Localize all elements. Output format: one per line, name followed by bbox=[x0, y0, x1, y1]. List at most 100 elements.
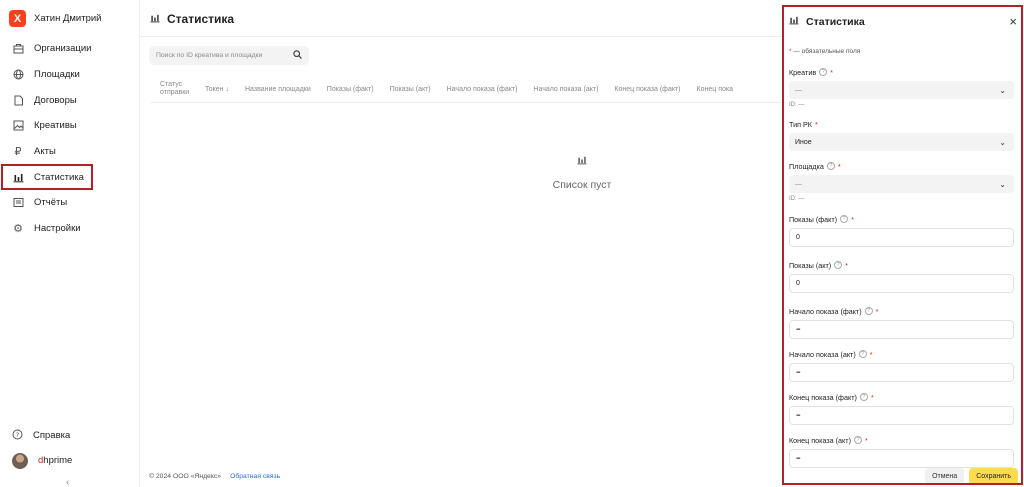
field-label: Начало показа (акт)? * bbox=[789, 349, 873, 359]
help-icon[interactable]: ? bbox=[853, 436, 862, 444]
sidebar-item-label: Отчёты bbox=[34, 197, 68, 209]
column-header[interactable]: Конец пока bbox=[697, 86, 749, 93]
end-act-field: Конец показа (акт)? * ▪▪▪ bbox=[789, 435, 1014, 468]
account-menu[interactable]: dhprime bbox=[0, 448, 140, 473]
column-header[interactable]: Начало показа (факт) bbox=[447, 86, 534, 93]
help-label: Справка bbox=[33, 430, 71, 441]
collapse-sidebar-icon[interactable]: ‹ bbox=[66, 477, 69, 487]
start-fact-date-input[interactable]: ▪▪▪ bbox=[789, 320, 1014, 339]
column-header[interactable]: Конец показа (факт) bbox=[614, 86, 696, 93]
column-header[interactable]: Начало показа (акт) bbox=[533, 86, 614, 93]
report-icon bbox=[12, 197, 24, 209]
panel-title-text: Статистика bbox=[806, 15, 865, 28]
creative-id: ID: — bbox=[789, 102, 805, 108]
chart-icon bbox=[789, 15, 799, 28]
sidebar-item-label: Организации bbox=[34, 43, 92, 55]
cancel-button[interactable]: Отмена bbox=[925, 468, 965, 483]
chevron-down-icon: ⌄ bbox=[999, 137, 1006, 147]
sidebar-item-statistics[interactable]: Статистика bbox=[1, 164, 93, 191]
platform-select[interactable]: — ⌄ bbox=[789, 175, 1014, 193]
end-fact-date-input[interactable]: ▪▪▪ bbox=[789, 406, 1014, 425]
sidebar-item-label: Договоры bbox=[34, 94, 77, 106]
ruble-icon: ₽ bbox=[14, 146, 22, 159]
empty-state-text: Список пуст bbox=[552, 179, 612, 191]
sidebar-bottom: ? Справка dhprime bbox=[0, 423, 140, 473]
start-act-field: Начало показа (акт)? * ▪▪▪ bbox=[789, 349, 1014, 382]
sidebar-item-creatives[interactable]: Креативы bbox=[0, 113, 140, 139]
field-label: Креатив? * bbox=[789, 67, 833, 77]
save-button[interactable]: Сохранить bbox=[969, 468, 1018, 483]
calendar-icon: ▪▪▪ bbox=[796, 455, 801, 462]
copyright: © 2024 ООО «Яндекс» bbox=[149, 473, 222, 480]
svg-text:?: ? bbox=[16, 430, 19, 438]
footer: © 2024 ООО «Яндекс» Обратная связь bbox=[149, 473, 280, 480]
impressions-act-input[interactable]: 0 bbox=[789, 274, 1014, 293]
table-header: Статус отправки Токен ↓ Название площадк… bbox=[160, 77, 749, 101]
close-icon[interactable]: × bbox=[1009, 15, 1017, 28]
user-profile[interactable]: X Хатин Дмитрий bbox=[9, 10, 101, 27]
avatar bbox=[12, 452, 28, 469]
image-icon bbox=[12, 120, 24, 132]
sidebar-item-organizations[interactable]: Организации bbox=[0, 36, 140, 62]
panel-actions: Отмена Сохранить bbox=[925, 468, 1018, 483]
sidebar-item-label: Акты bbox=[34, 146, 56, 158]
creative-field: Креатив? * — ⌄ ID: — bbox=[789, 67, 1014, 108]
field-label: Тип РК * bbox=[789, 119, 818, 129]
calendar-icon: ▪▪▪ bbox=[796, 412, 801, 419]
column-header[interactable]: Показы (акт) bbox=[390, 86, 447, 93]
field-label: Площадка? * bbox=[789, 161, 841, 171]
building-icon bbox=[12, 43, 24, 55]
search-input[interactable]: Поиск по ID креатива и площадки bbox=[149, 46, 309, 65]
platform-field: Площадка? * — ⌄ ID: — bbox=[789, 161, 1014, 202]
sidebar-item-acts[interactable]: ₽ Акты bbox=[0, 139, 140, 165]
help-icon[interactable]: ? bbox=[834, 261, 843, 269]
help-icon[interactable]: ? bbox=[859, 393, 868, 401]
sidebar-item-reports[interactable]: Отчёты bbox=[0, 190, 140, 216]
end-fact-field: Конец показа (факт)? * ▪▪▪ bbox=[789, 392, 1014, 425]
help-link[interactable]: ? Справка bbox=[0, 423, 140, 448]
help-icon: ? bbox=[12, 429, 23, 443]
calendar-icon: ▪▪▪ bbox=[796, 369, 801, 376]
field-label: Конец показа (акт)? * bbox=[789, 435, 868, 445]
divider bbox=[140, 36, 784, 37]
help-icon[interactable]: ? bbox=[819, 68, 828, 76]
help-icon[interactable]: ? bbox=[826, 162, 835, 170]
sidebar-item-label: Статистика bbox=[34, 171, 84, 183]
help-icon[interactable]: ? bbox=[864, 307, 873, 315]
column-header[interactable]: Название площадки bbox=[245, 86, 327, 93]
column-header[interactable]: Показы (факт) bbox=[327, 86, 390, 93]
calendar-icon: ▪▪▪ bbox=[796, 326, 801, 333]
page-title-text: Статистика bbox=[167, 12, 235, 26]
creative-select[interactable]: — ⌄ bbox=[789, 81, 1014, 99]
feedback-link[interactable]: Обратная связь bbox=[230, 473, 280, 480]
end-act-date-input[interactable]: ▪▪▪ bbox=[789, 449, 1014, 468]
chart-icon bbox=[150, 13, 160, 26]
field-label: Показы (акт)? * bbox=[789, 260, 848, 270]
impressions-fact-field: Показы (факт)? * 0 bbox=[789, 214, 1014, 247]
campaign-type-select[interactable]: Иное ⌄ bbox=[789, 133, 1014, 151]
sidebar-item-label: Настройки bbox=[34, 223, 81, 235]
help-icon[interactable]: ? bbox=[840, 215, 849, 223]
start-fact-field: Начало показа (факт)? * ▪▪▪ bbox=[789, 306, 1014, 339]
app-logo: X bbox=[9, 10, 26, 27]
field-label: Показы (факт)? * bbox=[789, 214, 854, 224]
start-act-date-input[interactable]: ▪▪▪ bbox=[789, 363, 1014, 382]
sort-icon: ↓ bbox=[225, 85, 229, 93]
document-icon bbox=[12, 94, 24, 106]
chevron-down-icon: ⌄ bbox=[999, 85, 1006, 95]
sidebar-nav: Организации Площадки Договоры Креативы ₽… bbox=[0, 36, 140, 242]
sidebar-item-platforms[interactable]: Площадки bbox=[0, 62, 140, 88]
column-header[interactable]: Статус отправки bbox=[160, 81, 205, 97]
field-label: Конец показа (факт)? * bbox=[789, 392, 874, 402]
field-label: Начало показа (факт)? * bbox=[789, 306, 879, 316]
gear-icon: ⚙ bbox=[13, 223, 23, 236]
impressions-fact-input[interactable]: 0 bbox=[789, 228, 1014, 247]
empty-state: Список пуст bbox=[532, 155, 632, 191]
search-icon[interactable] bbox=[293, 50, 302, 61]
column-header[interactable]: Токен ↓ bbox=[205, 86, 245, 93]
campaign-type-field: Тип РК * Иное ⌄ bbox=[789, 119, 1014, 151]
sidebar-item-settings[interactable]: ⚙ Настройки bbox=[0, 216, 140, 242]
help-icon[interactable]: ? bbox=[858, 350, 867, 358]
sidebar-item-contracts[interactable]: Договоры bbox=[0, 87, 140, 113]
panel-title: Статистика bbox=[789, 15, 865, 28]
